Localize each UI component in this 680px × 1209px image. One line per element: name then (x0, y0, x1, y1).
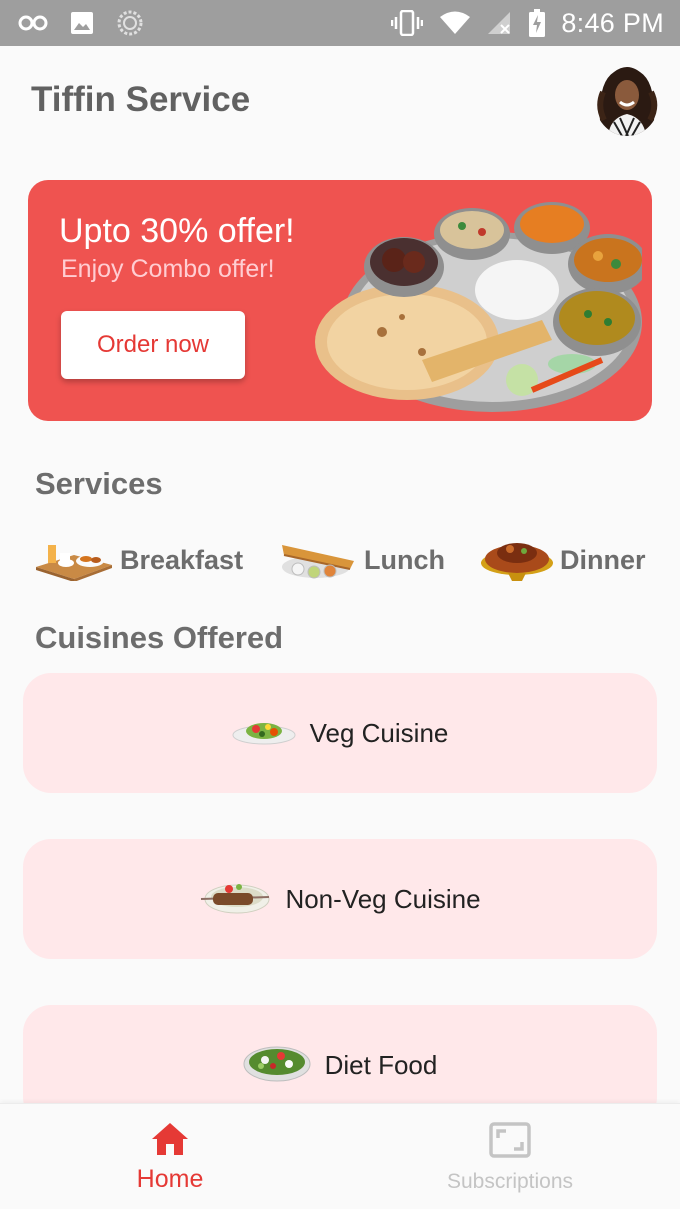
app-bar: Tiffin Service (0, 46, 680, 156)
status-time: 8:46 PM (561, 7, 664, 38)
salad-bowl-icon (243, 1044, 311, 1087)
cuisine-card-veg[interactable]: Veg Cuisine (23, 673, 657, 793)
veg-plate-icon (232, 715, 296, 752)
wifi-icon (439, 11, 471, 35)
service-label: Dinner (560, 544, 646, 575)
breakfast-tray-icon (34, 535, 114, 586)
cuisine-card-nonveg[interactable]: Non-Veg Cuisine (23, 839, 657, 959)
service-dinner[interactable]: Dinner (480, 530, 646, 590)
service-lunch[interactable]: Lunch (280, 530, 445, 590)
vibrate-icon (391, 10, 424, 36)
thali-plate-image (312, 192, 648, 414)
dinner-platter-icon (480, 533, 554, 588)
signal-off-icon (487, 11, 513, 35)
bottom-navigation: Home Subscriptions (0, 1103, 680, 1209)
service-label: Lunch (364, 544, 445, 575)
service-breakfast[interactable]: Breakfast (34, 530, 243, 590)
cuisine-label: Veg Cuisine (309, 717, 449, 748)
sync-icon (116, 9, 144, 37)
cuisine-label: Non-Veg Cuisine (285, 883, 481, 914)
status-bar: 8:46 PM (0, 0, 680, 46)
cuisine-label: Diet Food (324, 1049, 438, 1080)
page-title: Tiffin Service (31, 80, 251, 119)
subscriptions-icon (489, 1122, 531, 1163)
nav-label: Subscriptions (446, 1170, 574, 1193)
services-heading: Services (35, 466, 163, 501)
services-list: Breakfast Lunch Dinner (0, 530, 680, 590)
promo-banner[interactable]: Upto 30% offer! Enjoy Combo offer! Order… (28, 180, 652, 421)
user-avatar[interactable] (594, 62, 660, 136)
image-icon (70, 11, 94, 35)
glasses-icon (18, 15, 48, 31)
order-now-button[interactable]: Order now (61, 311, 245, 379)
cuisines-heading: Cuisines Offered (35, 620, 284, 655)
home-icon (151, 1122, 189, 1161)
banner-subtitle: Enjoy Combo offer! (61, 255, 275, 283)
kebab-plate-icon (199, 877, 271, 922)
dosa-plate-icon (280, 535, 358, 586)
service-label: Breakfast (120, 544, 244, 575)
app-screen: 8:46 PM Tiffin Service Upto 30% offer! E… (0, 0, 680, 1209)
nav-label: Home (136, 1165, 204, 1193)
nav-home[interactable]: Home (0, 1104, 340, 1209)
nav-subscriptions[interactable]: Subscriptions (340, 1104, 680, 1209)
battery-charging-icon (529, 9, 546, 37)
banner-title: Upto 30% offer! (59, 212, 295, 250)
